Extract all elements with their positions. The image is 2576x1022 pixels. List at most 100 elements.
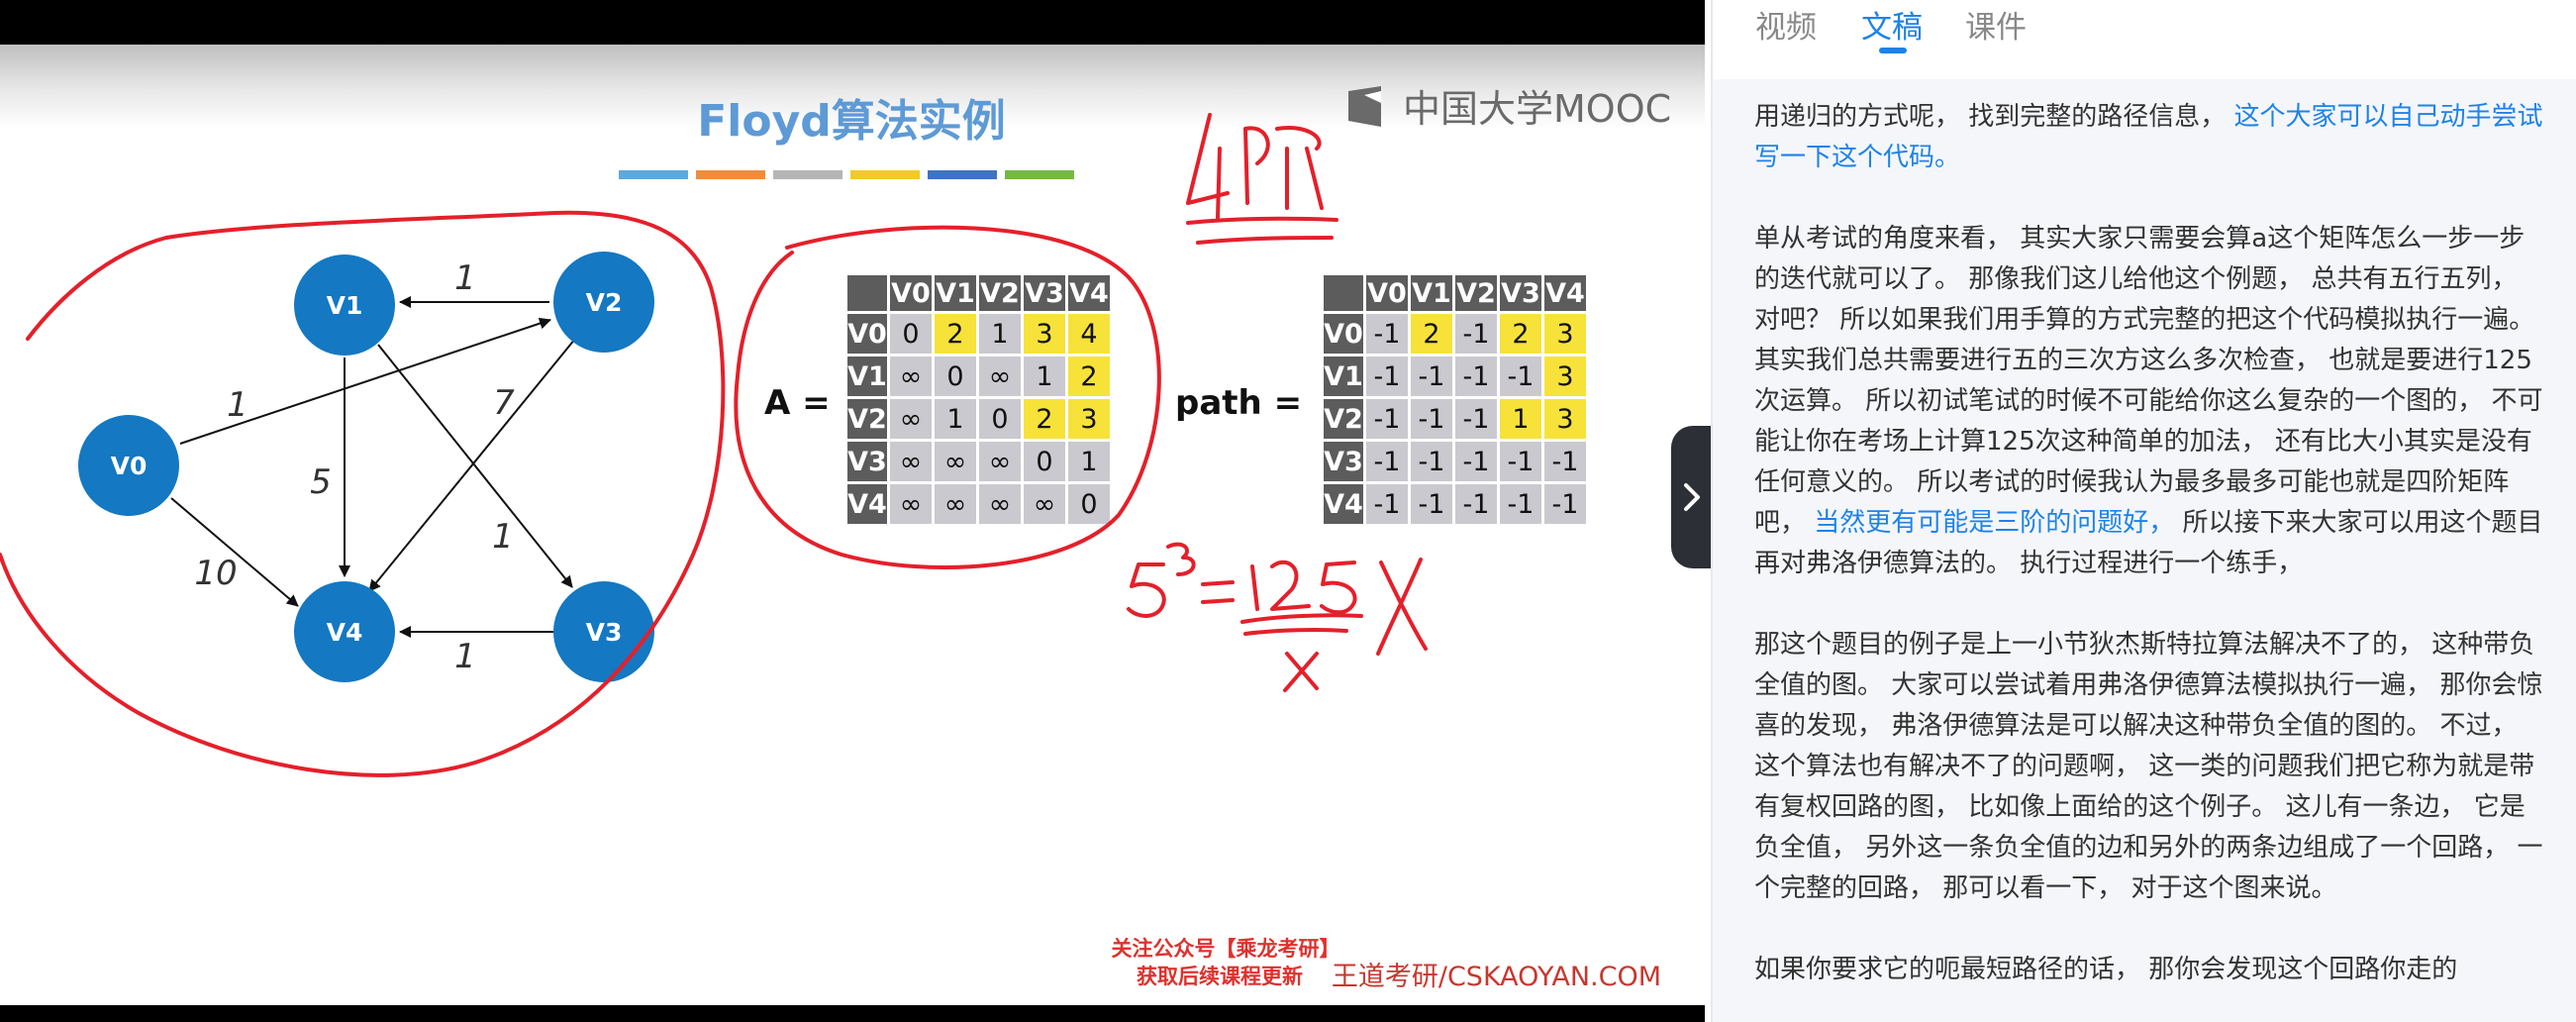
matrix-cell: 3	[1556, 361, 1573, 392]
ink-formula-equals	[1201, 580, 1235, 604]
matrix-cell: 1	[946, 404, 963, 435]
tab-video[interactable]: 视频	[1755, 2, 1817, 47]
matrix-cell: 0	[1080, 489, 1097, 520]
panel-toggle-button[interactable]	[1671, 426, 1711, 568]
transcript-segment: 单从考试的角度来看， 其实大家只需要会算a这个矩阵怎么一步一步的迭代就可以了。 …	[1754, 224, 2543, 538]
matrix-cell: -1	[1508, 489, 1535, 520]
graph-node-v0: V0	[78, 415, 179, 516]
svg-text:V1: V1	[327, 291, 363, 320]
transcript-paragraph: 单从考试的角度来看， 其实大家只需要会算a这个矩阵怎么一步一步的迭代就可以了。 …	[1754, 219, 2546, 584]
matrix-row-header: V0	[1324, 319, 1363, 350]
matrix-col-header: V0	[891, 278, 931, 309]
matrix-cell: ∞	[944, 447, 967, 477]
mooc-brand-text: 中国大学MOOC	[1403, 87, 1671, 131]
matrix-cell: -1	[1419, 404, 1445, 435]
matrix-a-label: A =	[764, 383, 831, 423]
matrix-cell: -1	[1463, 489, 1490, 520]
graph-node-v3: V3	[553, 581, 654, 682]
transcript-segment: 用递归的方式呢， 找到完整的路径信息，	[1754, 102, 2234, 132]
matrix-cell: 1	[1080, 447, 1097, 477]
matrix-cell: 2	[1036, 404, 1052, 435]
graph-nodes: V0 V1 V2 V3 V4	[78, 252, 654, 682]
matrix-cell: 2	[946, 319, 963, 350]
edge-v1-v3	[377, 344, 573, 588]
edge-weight-label: 1	[454, 637, 476, 676]
transcript-segment: 那这个题目的例子是上一小节狄杰斯特拉算法解决不了的， 这种带负全值的图。 大家可…	[1754, 630, 2543, 903]
watermark-site: 王道考研/CSKAOYAN.COM	[1332, 962, 1661, 992]
svg-text:V0: V0	[111, 452, 148, 480]
video-player[interactable]: Floyd算法实例 中国大学MOOC 1 1 10 5 1 7 1 V0 V1 …	[0, 0, 1705, 1022]
svg-text:V4: V4	[327, 618, 363, 647]
matrix-cell: ∞	[944, 489, 967, 520]
ink-stroke-graph-left	[26, 236, 168, 341]
matrix-row-header: V4	[1324, 489, 1363, 520]
matrix-row-header: V3	[847, 447, 887, 477]
tab-courseware[interactable]: 课件	[1965, 2, 2027, 47]
matrix-cell: ∞	[900, 361, 923, 392]
graph-node-v4: V4	[294, 581, 395, 682]
matrix-a: V0 V1 V2 V3 V4V0 0 2 1 3 4V1 ∞ 0 ∞ 1 2V2 ∞ 1 0 2 3V3 ∞ ∞ ∞ 0 1V4…	[847, 275, 1110, 524]
matrix-cell: -1	[1374, 489, 1401, 520]
svg-text:V3: V3	[586, 618, 623, 647]
matrix-cell: -1	[1552, 447, 1579, 477]
mooc-logo-icon	[1348, 86, 1381, 127]
tab-transcript[interactable]: 文稿	[1861, 2, 1923, 47]
matrix-row-header: V3	[1324, 447, 1363, 477]
edge-weight-label: 10	[194, 554, 237, 593]
matrix-col-header: V2	[1456, 278, 1496, 309]
matrix-cell: ∞	[989, 489, 1012, 520]
slide-canvas: Floyd算法实例 中国大学MOOC 1 1 10 5 1 7 1 V0 V1 …	[0, 86, 1671, 992]
matrix-row-header: V2	[847, 404, 887, 435]
matrix-cell: -1	[1374, 447, 1401, 477]
matrix-cell: -1	[1552, 489, 1579, 520]
slide-title: Floyd算法实例	[697, 96, 1006, 147]
edge-weight-label: 5	[310, 462, 332, 502]
matrix-cell: 0	[1036, 447, 1052, 477]
handwritten-annotations	[0, 113, 1428, 777]
matrix-cell: 4	[1080, 319, 1097, 350]
transcript-paragraph: 用递归的方式呢， 找到完整的路径信息， 这个大家可以自己动手尝试写一下这个代码。	[1754, 97, 2546, 178]
matrix-col-header: V1	[1412, 278, 1451, 309]
matrix-cell: ∞	[900, 447, 923, 477]
matrix-cell: 3	[1036, 319, 1052, 350]
ink-formula-5	[1127, 562, 1166, 618]
matrix-cell: 3	[1556, 319, 1573, 350]
matrix-cell: -1	[1419, 489, 1445, 520]
ink-formula-exp3	[1166, 542, 1196, 576]
matrix-cell: ∞	[989, 447, 1012, 477]
matrix-row-header: V2	[1324, 404, 1363, 435]
graph-node-v1: V1	[294, 255, 395, 356]
matrix-col-header: V3	[1025, 278, 1064, 309]
transcript-segment: 如果你要求它的呃最短路径的话， 那你会发现这个回路你走的	[1754, 955, 2458, 984]
matrix-cell: 0	[991, 404, 1008, 435]
panel-tabs: 视频 文稿 课件	[1713, 0, 2576, 79]
chevron-right-icon	[1684, 483, 1700, 511]
matrix-col-header: V4	[1069, 278, 1109, 309]
ink-formula-125	[1250, 560, 1357, 615]
ink-underline-125-b	[1243, 628, 1348, 636]
matrix-col-header: V1	[936, 278, 975, 309]
transcript-highlight[interactable]: 当然更有可能是三阶的问题好，	[1814, 508, 2174, 538]
matrix-cell: ∞	[900, 404, 923, 435]
matrix-cell: -1	[1463, 447, 1490, 477]
ink-cross-small	[1283, 652, 1319, 692]
matrix-col-header: V3	[1501, 278, 1540, 309]
transcript-paragraph: 那这个题目的例子是上一小节狄杰斯特拉算法解决不了的， 这种带负全值的图。 大家可…	[1754, 625, 2546, 909]
matrix-cell: -1	[1463, 319, 1490, 350]
matrix-cell: -1	[1508, 361, 1535, 392]
matrix-cell: 0	[902, 319, 919, 350]
edge-weight-label: 1	[227, 385, 248, 425]
edge-weight-label: 7	[493, 383, 515, 423]
matrix-cell: ∞	[1034, 489, 1056, 520]
matrix-cell: 2	[1080, 361, 1097, 392]
matrix-cell: ∞	[989, 361, 1012, 392]
matrix-corner	[847, 275, 887, 311]
matrix-cell: -1	[1508, 447, 1535, 477]
transcript-text: 用递归的方式呢， 找到完整的路径信息， 这个大家可以自己动手尝试写一下这个代码。…	[1754, 97, 2546, 1022]
ink-underline-4	[1186, 216, 1338, 225]
watermark-line1: 关注公众号【乘龙考研】	[1112, 937, 1340, 961]
matrix-row-header: V1	[847, 361, 887, 392]
matrix-cell: -1	[1419, 361, 1445, 392]
svg-text:V2: V2	[586, 288, 623, 317]
side-panel: 视频 文稿 课件 用递归的方式呢， 找到完整的路径信息， 这个大家可以自己动手尝…	[1711, 0, 2576, 1022]
